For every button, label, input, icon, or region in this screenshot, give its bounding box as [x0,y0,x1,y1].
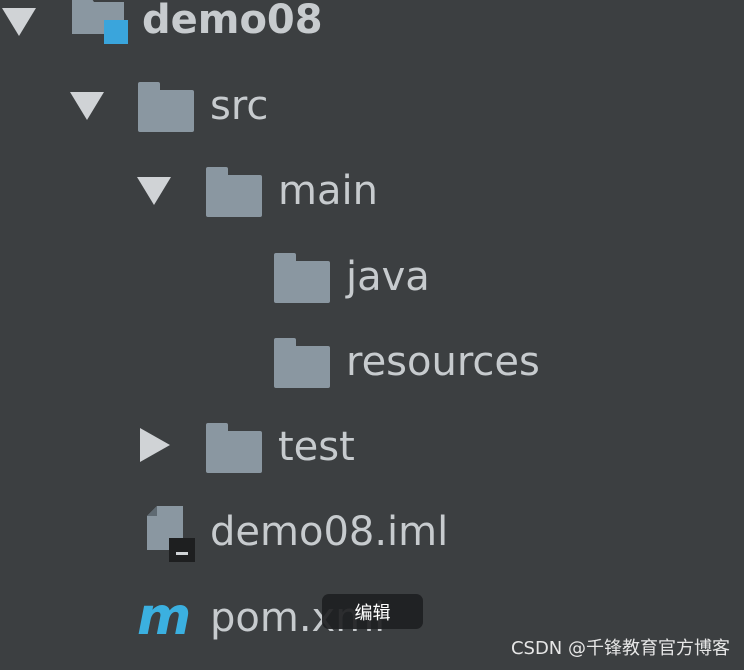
tree-item-demo08-iml[interactable]: demo08.iml [0,488,744,572]
folder-icon [206,423,262,473]
folder-icon [138,82,194,132]
tree-item-label: demo08 [142,0,323,43]
folder-icon [206,167,262,217]
tree-item-label: resources [346,339,540,385]
tree-item-resources[interactable]: resources [0,318,744,402]
tree-item-label: main [278,168,378,214]
tree-item-label: test [278,424,355,470]
tree-item-src[interactable]: src [0,62,744,146]
project-tree: demo08 src main java resources test demo… [0,0,744,670]
tree-item-label: src [210,83,269,129]
tree-item-demo08[interactable]: demo08 [0,0,744,62]
watermark-text: CSDN @千锋教育官方博客 [510,638,730,659]
edit-tooltip: 编辑 [322,594,423,629]
tree-item-label: demo08.iml [210,509,449,555]
folder-icon [274,338,330,388]
folder-icon [274,253,330,303]
expand-arrow-icon[interactable] [2,8,36,36]
collapse-arrow-icon[interactable] [140,428,170,462]
tree-item-java[interactable]: java [0,233,744,317]
maven-icon: m [137,587,197,647]
iml-file-icon [143,504,199,564]
tree-item-main[interactable]: main [0,147,744,231]
expand-arrow-icon[interactable] [137,177,171,205]
expand-arrow-icon[interactable] [70,92,104,120]
tree-item-test[interactable]: test [0,403,744,487]
module-folder-icon [70,0,132,48]
svg-text:m: m [137,592,191,642]
tree-item-label: java [346,254,430,300]
